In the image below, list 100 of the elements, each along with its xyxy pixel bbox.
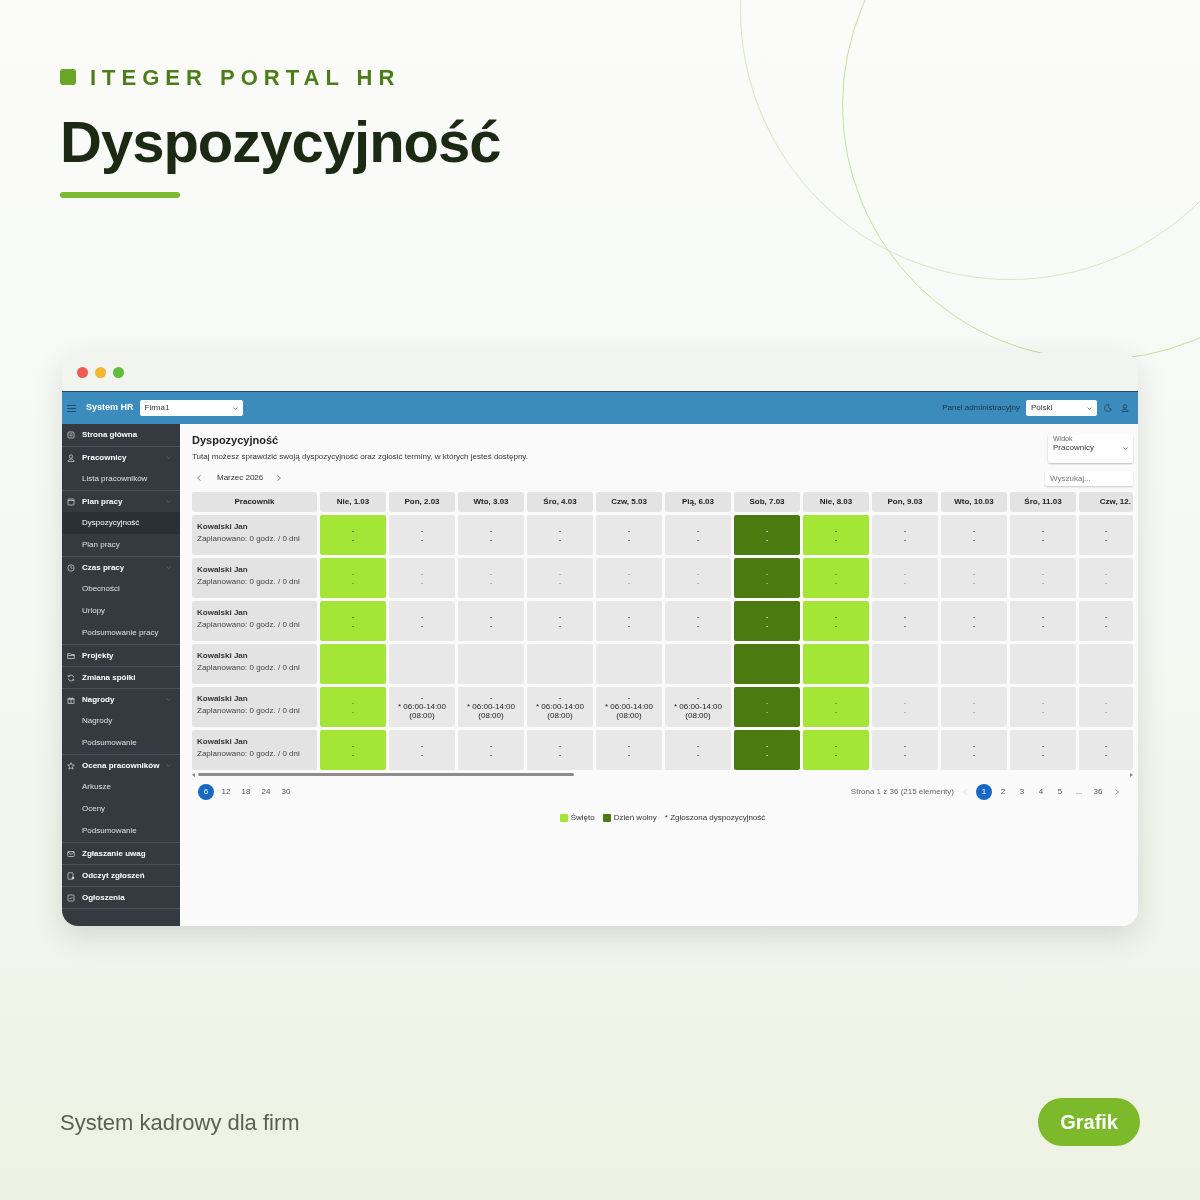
day-cell[interactable]: - -: [1079, 729, 1133, 770]
day-cell[interactable]: - -: [1010, 600, 1076, 641]
holiday-cell[interactable]: - -: [803, 729, 869, 770]
day-cell[interactable]: - -: [1010, 729, 1076, 770]
company-select[interactable]: Firma1: [139, 400, 243, 416]
day-cell[interactable]: - -: [596, 600, 662, 641]
search-field[interactable]: Wyszukaj...: [1045, 470, 1133, 486]
column-header: Pon, 9.03: [872, 491, 938, 512]
day-cell[interactable]: - -: [389, 514, 455, 555]
sidebar-item[interactable]: Oceny: [62, 798, 180, 820]
folder-icon: [67, 651, 75, 660]
legend-label: Dzień wolny: [613, 811, 657, 824]
day-off-cell[interactable]: - -: [734, 557, 800, 598]
day-cell[interactable]: - -: [458, 729, 524, 770]
day-cell[interactable]: - -: [872, 729, 938, 770]
page-size-option[interactable]: 18: [238, 783, 254, 800]
day-cell[interactable]: - -: [458, 514, 524, 555]
day-cell[interactable]: - -: [1079, 600, 1133, 641]
day-off-cell[interactable]: [734, 643, 800, 684]
user-icon[interactable]: [1121, 404, 1129, 412]
holiday-cell[interactable]: - -: [803, 686, 869, 727]
page-size-option[interactable]: 12: [218, 783, 234, 800]
legend-swatch: [559, 813, 568, 822]
holiday-cell[interactable]: - -: [320, 514, 386, 555]
sidebar-section[interactable]: Strona główna: [62, 424, 180, 446]
day-cell[interactable]: - -: [1010, 514, 1076, 555]
holiday-cell[interactable]: [320, 643, 386, 684]
planned-summary: Zaplanowano: 0 godz. / 0 dni: [197, 532, 301, 545]
sidebar-item[interactable]: Dyspozycyjność: [62, 512, 180, 534]
page-button[interactable]: 36: [1090, 783, 1106, 800]
day-cell[interactable]: - * 06:00-14:00 (08:00): [596, 686, 662, 727]
day-cell[interactable]: - * 06:00-14:00 (08:00): [527, 686, 593, 727]
holiday-cell[interactable]: - -: [320, 686, 386, 727]
sidebar-item[interactable]: Podsumowanie pracy: [62, 622, 180, 644]
page-size-option[interactable]: 6: [198, 783, 214, 800]
sidebar-item[interactable]: Arkusze: [62, 776, 180, 798]
language-select[interactable]: Polski: [1026, 400, 1097, 416]
horizontal-scrollbar[interactable]: [198, 773, 574, 776]
day-cell[interactable]: - -: [527, 729, 593, 770]
chevron-right-icon[interactable]: [1115, 788, 1119, 795]
page-button[interactable]: 5: [1052, 783, 1068, 800]
chevron-right-icon[interactable]: [277, 475, 282, 481]
clock-icon: [67, 563, 75, 572]
sidebar-item[interactable]: Urlopy: [62, 600, 180, 622]
pagination-summary: Strona 1 z 36 (215 elementy): [850, 785, 954, 798]
mail-icon: [67, 849, 75, 858]
day-off-cell[interactable]: - -: [734, 729, 800, 770]
refresh-icon: [67, 673, 75, 682]
day-cell[interactable]: - -: [527, 514, 593, 555]
day-cell[interactable]: - -: [458, 600, 524, 641]
day-off-cell[interactable]: - -: [734, 514, 800, 555]
sidebar-item[interactable]: Obecności: [62, 578, 180, 600]
page-button[interactable]: 2: [995, 783, 1011, 800]
day-cell[interactable]: - -: [1079, 514, 1133, 555]
employee-name: Kowalski Jan: [197, 735, 249, 748]
holiday-cell[interactable]: - -: [320, 729, 386, 770]
holiday-cell[interactable]: - -: [803, 600, 869, 641]
page-button[interactable]: 3: [1014, 783, 1030, 800]
day-cell[interactable]: - * 06:00-14:00 (08:00): [389, 686, 455, 727]
day-cell[interactable]: - -: [665, 514, 731, 555]
column-header: Śro, 11.03: [1010, 491, 1076, 512]
day-cell[interactable]: - * 06:00-14:00 (08:00): [458, 686, 524, 727]
moon-icon[interactable]: [1104, 404, 1112, 412]
chevron-left-icon[interactable]: [197, 475, 201, 481]
sidebar-item[interactable]: Podsumowanie: [62, 732, 180, 754]
holiday-cell[interactable]: [803, 643, 869, 684]
holiday-cell[interactable]: - -: [803, 557, 869, 598]
day-cell[interactable]: - -: [872, 600, 938, 641]
sidebar-item[interactable]: Plan pracy: [62, 534, 180, 556]
day-off-cell[interactable]: - -: [734, 686, 800, 727]
page-button[interactable]: 4: [1033, 783, 1049, 800]
day-cell[interactable]: - * 06:00-14:00 (08:00): [665, 686, 731, 727]
sidebar-item[interactable]: Podsumowanie: [62, 820, 180, 842]
page-button[interactable]: 1: [976, 783, 992, 800]
sidebar-item[interactable]: Lista pracowników: [62, 468, 180, 490]
holiday-cell[interactable]: - -: [320, 600, 386, 641]
day-cell[interactable]: - -: [389, 729, 455, 770]
day-cell[interactable]: - -: [941, 729, 1007, 770]
day-cell[interactable]: - -: [941, 600, 1007, 641]
scroll-left-icon[interactable]: [192, 772, 195, 777]
menu-icon[interactable]: [67, 404, 76, 412]
column-header: Pracownik: [192, 491, 317, 512]
day-cell[interactable]: - -: [941, 514, 1007, 555]
page-size-option[interactable]: 30: [278, 783, 294, 800]
holiday-cell[interactable]: - -: [803, 514, 869, 555]
employee-name: Kowalski Jan: [197, 520, 249, 533]
day-cell[interactable]: - -: [665, 729, 731, 770]
page-button[interactable]: ...: [1071, 783, 1087, 800]
day-cell[interactable]: - -: [389, 600, 455, 641]
day-cell[interactable]: - -: [665, 600, 731, 641]
day-cell[interactable]: - -: [527, 600, 593, 641]
page-size-option[interactable]: 24: [258, 783, 274, 800]
day-cell[interactable]: - -: [596, 729, 662, 770]
month-label: Marzec 2026: [217, 472, 264, 484]
day-off-cell[interactable]: - -: [734, 600, 800, 641]
day-cell[interactable]: - -: [872, 514, 938, 555]
scroll-right-icon[interactable]: [1130, 772, 1133, 777]
day-cell[interactable]: - -: [596, 514, 662, 555]
sidebar-item[interactable]: Nagrody: [62, 710, 180, 732]
holiday-cell[interactable]: - -: [320, 557, 386, 598]
